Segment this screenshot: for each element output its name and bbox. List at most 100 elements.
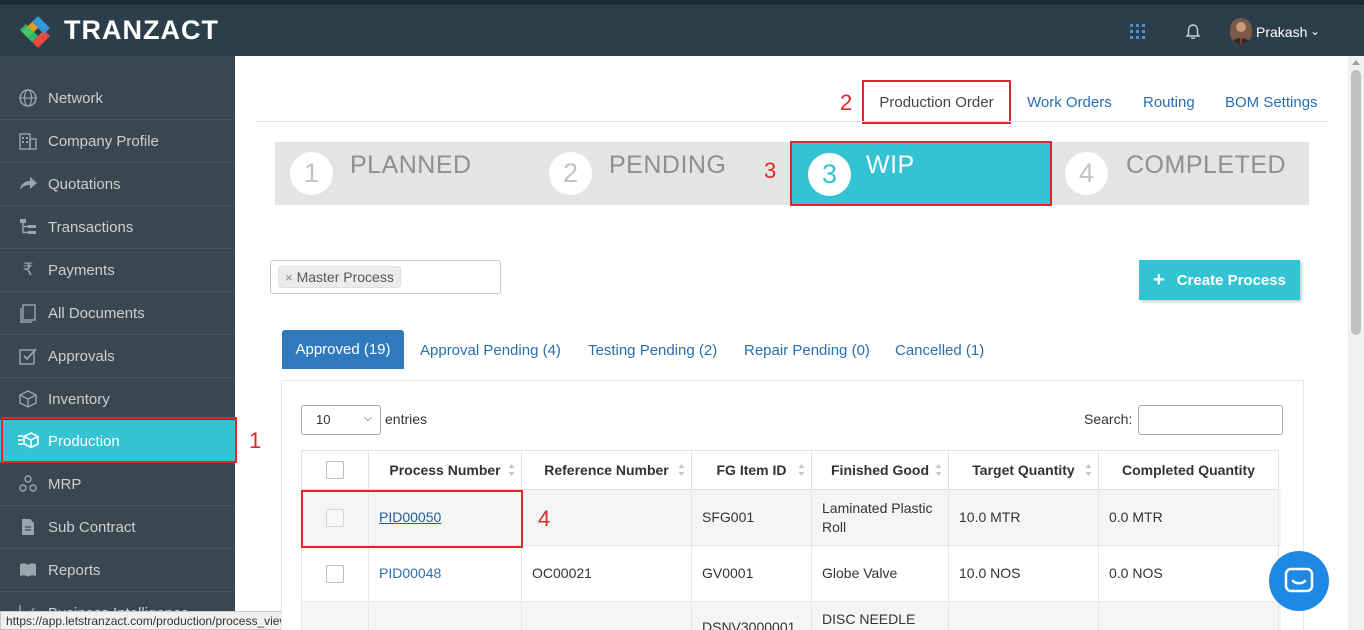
mrp-icon (17, 473, 39, 495)
document-icon (17, 516, 39, 538)
highlight-box-process-link (301, 490, 523, 548)
tranzact-logo-icon (18, 10, 60, 50)
user-avatar[interactable] (1230, 18, 1252, 44)
tab-routing[interactable]: Routing (1143, 94, 1195, 111)
row-checkbox[interactable] (326, 564, 344, 583)
approval-check-icon (17, 345, 39, 367)
scrollbar-thumb[interactable] (1351, 70, 1361, 335)
table-row: PID00048 OC00021 GV0001 Globe Valve 10.0… (301, 546, 1281, 602)
annotation-number: 1 (249, 428, 262, 453)
sort-icon (798, 464, 805, 476)
search-input[interactable] (1138, 405, 1283, 435)
create-process-button[interactable]: + Create Process (1139, 260, 1300, 300)
target-quantity-cell: 10.0 NOS (949, 546, 1099, 601)
annotation-number: 2 (840, 90, 853, 115)
step-pending[interactable]: PENDING (609, 151, 726, 180)
target-quantity-cell (949, 602, 1099, 630)
sidebar-item-label: Transactions (48, 218, 134, 236)
share-arrow-icon (17, 173, 39, 195)
sidebar-item-reports[interactable]: Reports (0, 549, 235, 592)
sidebar-item-label: Payments (48, 261, 115, 279)
chat-bubble-icon (1284, 567, 1314, 593)
process-filter-select[interactable]: × Master Process (270, 260, 501, 294)
tab-approved[interactable]: Approved (19) (282, 330, 404, 369)
step-number-completed: 4 (1065, 152, 1108, 195)
step-number-planned: 1 (290, 152, 333, 195)
create-process-label: Create Process (1176, 271, 1286, 289)
sidebar-item-transactions[interactable]: Transactions (0, 206, 235, 249)
tab-production-order[interactable]: Production Order (862, 80, 1011, 124)
sidebar-item-payments[interactable]: ₹ Payments (0, 249, 235, 292)
filter-tag-label: Master Process (296, 269, 394, 285)
entries-value: 10 (316, 412, 331, 427)
sidebar-item-sub-contract[interactable]: Sub Contract (0, 506, 235, 549)
column-header-completed-quantity[interactable]: Completed Quantity (1099, 450, 1279, 490)
tab-work-orders[interactable]: Work Orders (1027, 94, 1112, 111)
tab-testing-pending[interactable]: Testing Pending (2) (588, 342, 717, 359)
topnav-divider (255, 121, 1329, 122)
window-top-edge (0, 0, 1364, 5)
sidebar: Network Company Profile Quotations Trans… (0, 56, 235, 630)
process-link[interactable]: PID00048 (379, 564, 441, 583)
box-icon (17, 388, 39, 410)
filter-tag-master-process: × Master Process (278, 266, 401, 288)
hierarchy-icon (17, 216, 39, 238)
reference-cell: OC00021 (522, 546, 692, 601)
notification-bell-icon[interactable] (1184, 23, 1202, 41)
sort-icon (1085, 464, 1092, 476)
sidebar-item-label: Quotations (48, 175, 121, 193)
highlight-box-production (1, 417, 237, 463)
process-number-cell: PID00048 (369, 546, 522, 601)
book-icon (17, 559, 39, 581)
brand-logo[interactable]: TRANZACT (18, 10, 219, 50)
top-bar: TRANZACT Prakash ⌄ (0, 0, 1364, 56)
select-all-header (301, 450, 369, 490)
step-planned[interactable]: PLANNED (350, 151, 472, 180)
sidebar-item-mrp[interactable]: MRP (0, 463, 235, 506)
vertical-scrollbar[interactable] (1348, 56, 1364, 630)
sidebar-item-company-profile[interactable]: Company Profile (0, 120, 235, 163)
completed-quantity-cell: 0.0 NOS (1099, 546, 1279, 601)
entries-label: entries (385, 411, 428, 427)
entries-per-page-select[interactable]: 10 ⌵ (301, 405, 381, 435)
documents-icon (17, 302, 39, 324)
tab-approval-pending[interactable]: Approval Pending (4) (420, 342, 561, 359)
sidebar-item-label: Inventory (48, 390, 110, 408)
column-header-target-quantity[interactable]: Target Quantity (949, 450, 1099, 490)
sort-icon (508, 464, 515, 476)
column-header-process-number[interactable]: Process Number (369, 450, 522, 490)
sidebar-item-quotations[interactable]: Quotations (0, 163, 235, 206)
sidebar-item-all-documents[interactable]: All Documents (0, 292, 235, 335)
annotation-number: 4 (538, 506, 551, 531)
column-header-finished-good[interactable]: Finished Good (812, 450, 949, 490)
completed-quantity-cell: 0.0 MTR (1099, 490, 1279, 545)
sidebar-item-network[interactable]: Network (0, 77, 235, 120)
finished-good-cell: DISC NEEDLE (812, 602, 949, 630)
column-header-reference-number[interactable]: Reference Number (522, 450, 692, 490)
chat-support-button[interactable] (1269, 551, 1329, 611)
user-name[interactable]: Prakash (1256, 24, 1307, 40)
scroll-up-arrow-icon[interactable] (1352, 60, 1360, 65)
apps-grid-icon[interactable] (1130, 24, 1146, 40)
fg-item-cell: GV0001 (692, 546, 812, 601)
tab-bom-settings[interactable]: BOM Settings (1225, 94, 1318, 111)
sidebar-item-approvals[interactable]: Approvals (0, 335, 235, 378)
target-quantity-cell: 10.0 MTR (949, 490, 1099, 545)
finished-good-cell: Globe Valve (812, 546, 949, 601)
sort-icon (678, 464, 685, 476)
tab-cancelled[interactable]: Cancelled (1) (895, 342, 984, 359)
select-all-checkbox[interactable] (326, 461, 344, 479)
step-wip[interactable]: 3 WIP (790, 141, 1052, 206)
step-completed[interactable]: COMPLETED (1126, 151, 1286, 180)
tab-repair-pending[interactable]: Repair Pending (0) (744, 342, 870, 359)
process-number-cell (369, 602, 522, 630)
building-icon (17, 130, 39, 152)
sidebar-item-inventory[interactable]: Inventory (0, 378, 235, 421)
fg-item-cell: DSNV3000001 (692, 602, 812, 630)
sidebar-item-label: MRP (48, 475, 82, 493)
user-menu-chevron-down-icon[interactable]: ⌄ (1310, 24, 1320, 38)
remove-tag-icon[interactable]: × (285, 270, 293, 285)
sidebar-item-label: All Documents (48, 304, 145, 322)
column-header-fg-item-id[interactable]: FG Item ID (692, 450, 812, 490)
step-label-wip: WIP (866, 151, 915, 179)
